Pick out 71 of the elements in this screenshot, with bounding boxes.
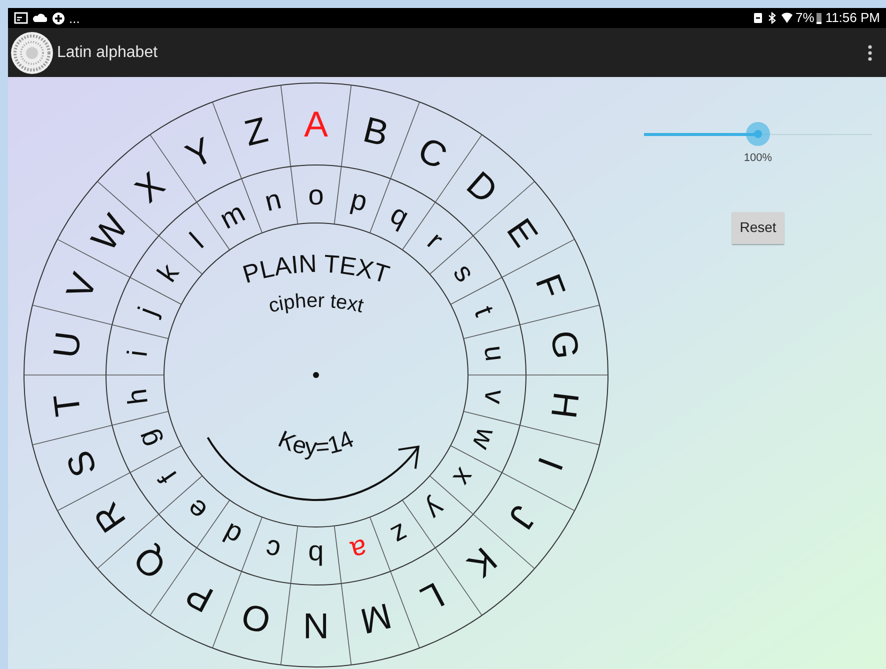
wheel-letter: o (308, 180, 324, 210)
wheel-letter: p (348, 183, 370, 218)
wheel-letter: T (45, 392, 88, 419)
cast-icon (14, 12, 28, 24)
wheel-letter: I (530, 452, 572, 476)
wheel-letter: C (412, 128, 454, 177)
wheel-letter: N (303, 606, 329, 646)
wheel-letter: R (85, 495, 134, 540)
center-dot (313, 372, 319, 378)
wheel-letter: w (466, 424, 502, 454)
wheel-letter: A (304, 104, 328, 144)
wheel-letter: r (422, 226, 450, 255)
wheel-letter: i (122, 348, 154, 358)
wheel-letter: d (218, 517, 246, 552)
cipher-text-label: cipher text (266, 290, 366, 318)
cloud-icon (33, 13, 47, 23)
wheel-letter: M (356, 595, 396, 642)
plus-icon (52, 12, 65, 24)
zoom-reading: 100% (744, 151, 772, 166)
wheel-letter: J (500, 498, 545, 537)
wheel-letter: F (528, 268, 574, 304)
wheel-letter: K (460, 540, 506, 586)
wheel-letter: y (420, 494, 451, 526)
wheel-letter: L (414, 574, 452, 620)
wheel-logo-icon (10, 30, 54, 74)
wheel-letter: V (58, 268, 105, 304)
wheel-letter: H (543, 390, 588, 421)
battery-saver-icon (752, 12, 763, 24)
bluetooth-icon (768, 12, 776, 24)
clock: 11:56 PM (825, 9, 880, 28)
wheel-letter: q (386, 198, 414, 233)
overflow-menu-icon[interactable] (868, 44, 872, 60)
wheel-letter: B (360, 108, 393, 154)
wheel-letter: b (308, 540, 324, 570)
wheel-letter: l (184, 226, 210, 254)
wheel-letter: Z (240, 108, 272, 154)
battery-icon (816, 12, 822, 24)
wheel-letter: m (214, 196, 250, 235)
wheel-letter: n (262, 183, 284, 218)
wheel-letter: u (478, 344, 512, 363)
wheel-letter: j (132, 302, 164, 320)
wheel-letter: e (180, 492, 213, 526)
wheel-letter: P (179, 574, 220, 621)
wheel-letter: a (348, 532, 370, 567)
wheel-letter: S (58, 446, 105, 482)
slider-track[interactable] (644, 122, 872, 146)
slider-thumb[interactable] (746, 122, 770, 146)
wheel-letter: O (237, 595, 274, 642)
more-notifications: ... (69, 12, 80, 24)
wheel-letter: U (44, 329, 89, 360)
wheel-letter: z (386, 517, 414, 552)
wheel-letter: E (498, 210, 546, 254)
wheel-letter: G (543, 328, 588, 362)
wheel-letter: k (151, 258, 185, 288)
wifi-icon (780, 12, 793, 24)
wheel-letter: x (447, 462, 481, 492)
wheel-letter: v (478, 388, 511, 406)
wheel-letter: f (152, 465, 183, 490)
plain-text-label: PLAIN TEXT (240, 250, 392, 290)
key-label: Key=14 (274, 426, 358, 462)
wheel-letter: t (468, 302, 500, 320)
wheel-letter: Q (125, 538, 174, 588)
wheel-letter: s (447, 258, 481, 288)
wheel-letter: g (130, 426, 165, 452)
reset-button[interactable]: Reset (732, 212, 784, 244)
battery-percent: 7% (796, 9, 814, 28)
wheel-letter: c (262, 533, 284, 566)
wheel-letter: h (120, 387, 154, 406)
wheel-letter: Y (179, 129, 220, 176)
wheel-letter: D (459, 163, 506, 212)
app-title: Latin alphabet (57, 42, 158, 62)
